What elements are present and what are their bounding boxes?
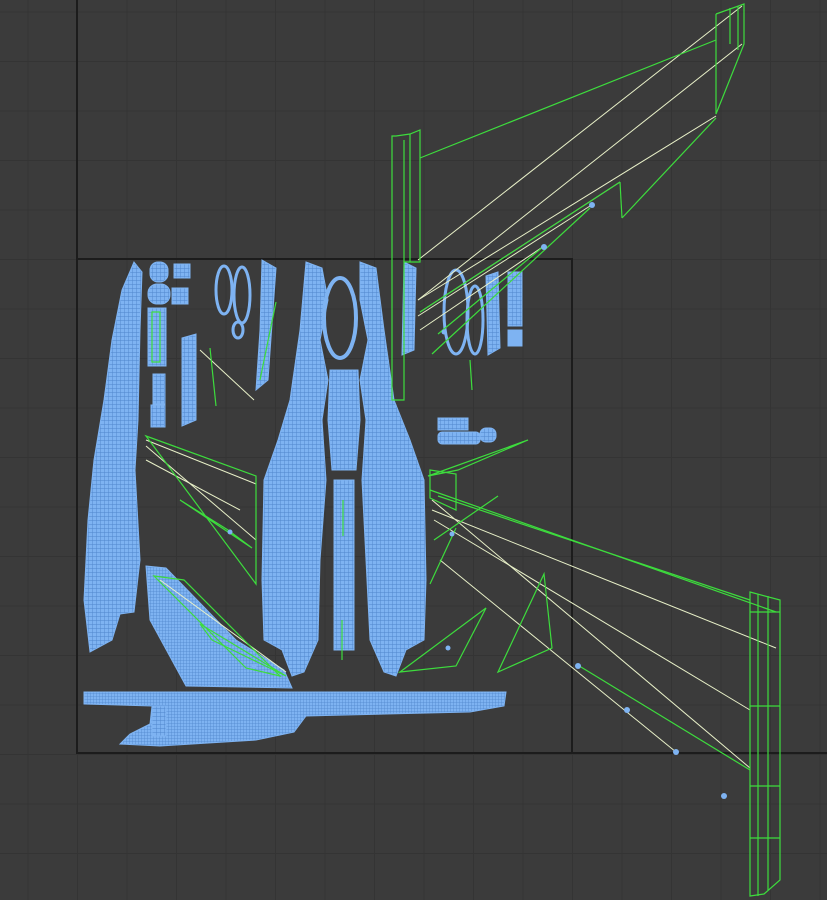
uv-island-fin-6[interactable]	[507, 329, 523, 347]
uv-island-spine[interactable]	[327, 369, 361, 471]
cockpit-outline[interactable]	[322, 276, 358, 360]
uv-island-small-10[interactable]	[479, 427, 497, 443]
uv-island-small-2[interactable]	[147, 283, 171, 305]
uv-canvas[interactable]	[0, 0, 827, 900]
uv-island-bottom-stub[interactable]	[151, 705, 167, 737]
uv-island-small-1[interactable]	[149, 261, 169, 283]
uv-island-fin-5[interactable]	[507, 271, 523, 327]
uv-island-small-3[interactable]	[173, 263, 191, 279]
uv-island-small-4[interactable]	[171, 287, 189, 305]
uv-editor-viewport[interactable]	[0, 0, 827, 900]
uv-island-fin-2[interactable]	[181, 333, 197, 427]
uv-island-fuselage-right[interactable]	[359, 261, 427, 677]
uv-edges-selected[interactable]	[144, 3, 781, 897]
uv-island-small-6[interactable]	[152, 373, 166, 405]
uv-island-small-7[interactable]	[150, 404, 166, 428]
uv-island-small-5[interactable]	[147, 307, 167, 367]
uv-island-fin-1[interactable]	[255, 259, 277, 392]
uv-island-small-8[interactable]	[437, 417, 469, 431]
uv-island-bottom-strip[interactable]	[83, 691, 507, 747]
uv-island-rings[interactable]	[214, 264, 485, 356]
uv-island-small-9[interactable]	[437, 431, 481, 445]
uv-island-left-strip[interactable]	[83, 261, 143, 653]
uv-island-spine-lower[interactable]	[333, 479, 355, 651]
